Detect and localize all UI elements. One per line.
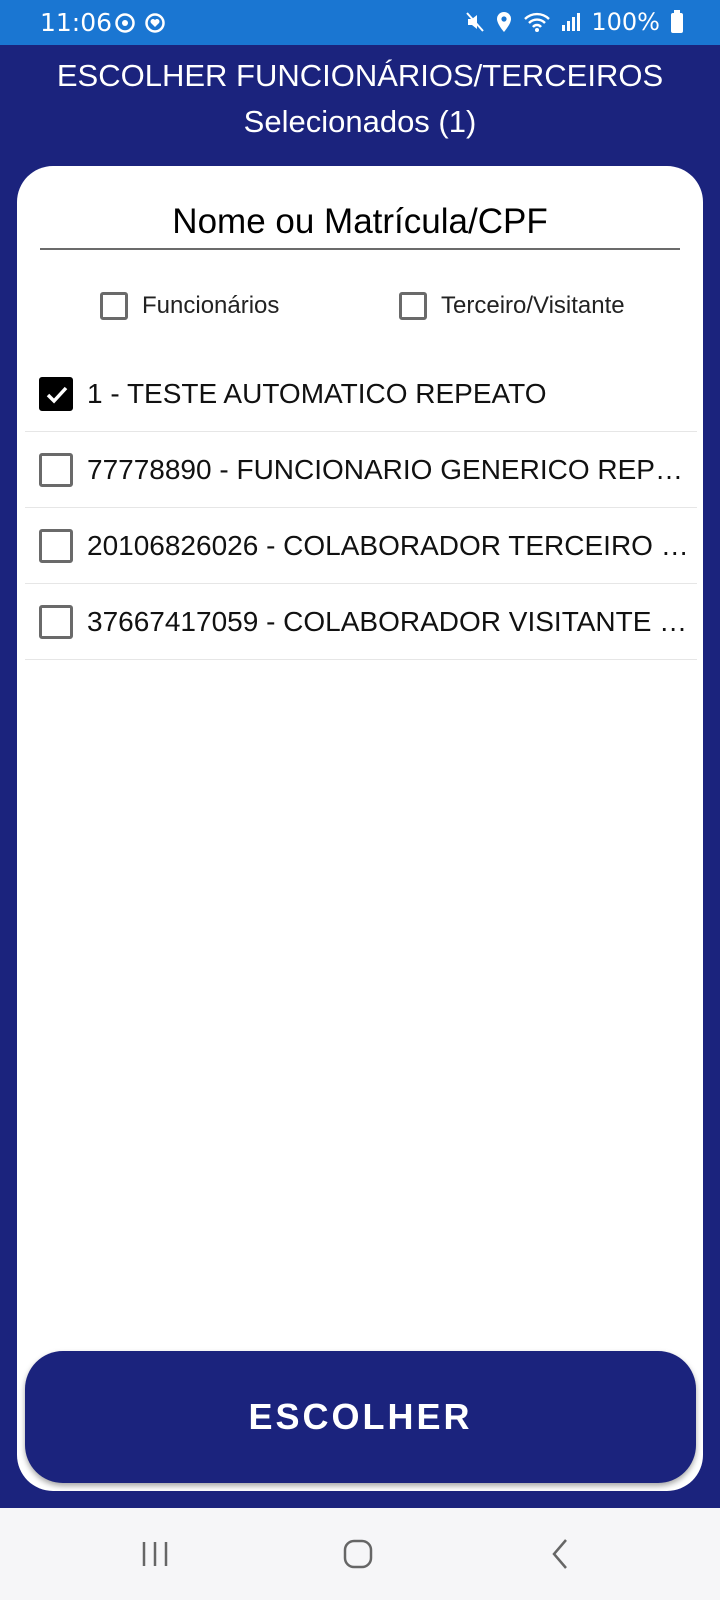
home-button[interactable]	[298, 1508, 418, 1600]
signal-icon	[562, 13, 581, 31]
list-item[interactable]: 77778890 - FUNCIONARIO GENERICO REPEATO	[25, 432, 697, 508]
mute-icon	[466, 12, 485, 32]
heart-circle-icon	[145, 13, 165, 33]
sync-icon	[115, 13, 135, 33]
filter-employees[interactable]: Funcionários	[100, 292, 279, 320]
item-checkbox[interactable]	[39, 528, 73, 563]
people-list: 1 - TESTE AUTOMATICO REPEATO 77778890 - …	[25, 356, 697, 660]
search-input[interactable]	[40, 196, 680, 250]
back-button[interactable]	[500, 1508, 620, 1600]
list-item-label: 77778890 - FUNCIONARIO GENERICO REPEATO	[87, 453, 695, 485]
recent-apps-icon	[142, 1542, 168, 1566]
item-checkbox[interactable]	[39, 604, 73, 639]
list-item-label: 37667417059 - COLABORADOR VISITANTE REPE…	[87, 605, 695, 637]
list-item[interactable]: 20106826026 - COLABORADOR TERCEIRO REPEA…	[25, 508, 697, 584]
wifi-icon	[524, 12, 551, 32]
selection-card: Funcionários Terceiro/Visitante 1 - TEST…	[17, 166, 703, 1491]
status-notification-icons	[114, 12, 166, 34]
selected-count: Selecionados (1)	[243, 104, 477, 139]
list-item-label: 20106826026 - COLABORADOR TERCEIRO REPEA…	[87, 529, 695, 561]
list-item-label: 1 - TESTE AUTOMATICO REPEATO	[87, 377, 547, 409]
page-title: ESCOLHER FUNCIONÁRIOS/TERCEIROS	[56, 58, 664, 93]
battery-level: 100%	[591, 8, 660, 36]
status-bar: 11:06 100%	[0, 0, 720, 45]
status-system-icons: 100%	[465, 8, 684, 36]
item-checkbox-checked[interactable]	[39, 376, 73, 411]
employees-checkbox[interactable]	[100, 292, 128, 320]
home-icon	[343, 1539, 373, 1569]
third-party-checkbox[interactable]	[399, 292, 427, 320]
recent-apps-button[interactable]	[95, 1508, 215, 1600]
status-time: 11:06	[40, 8, 113, 37]
back-icon	[552, 1539, 567, 1569]
location-icon	[497, 12, 512, 32]
list-item[interactable]: 1 - TESTE AUTOMATICO REPEATO	[25, 356, 697, 432]
employees-filter-label: Funcionários	[142, 292, 280, 319]
list-item[interactable]: 37667417059 - COLABORADOR VISITANTE REPE…	[25, 584, 697, 660]
item-checkbox[interactable]	[39, 452, 73, 487]
battery-icon	[671, 10, 683, 33]
filter-third-party[interactable]: Terceiro/Visitante	[399, 292, 625, 320]
system-navigation-bar	[0, 1508, 720, 1600]
third-party-filter-label: Terceiro/Visitante	[441, 292, 625, 319]
choose-button[interactable]: ESCOLHER	[25, 1351, 696, 1483]
check-icon	[46, 386, 68, 404]
